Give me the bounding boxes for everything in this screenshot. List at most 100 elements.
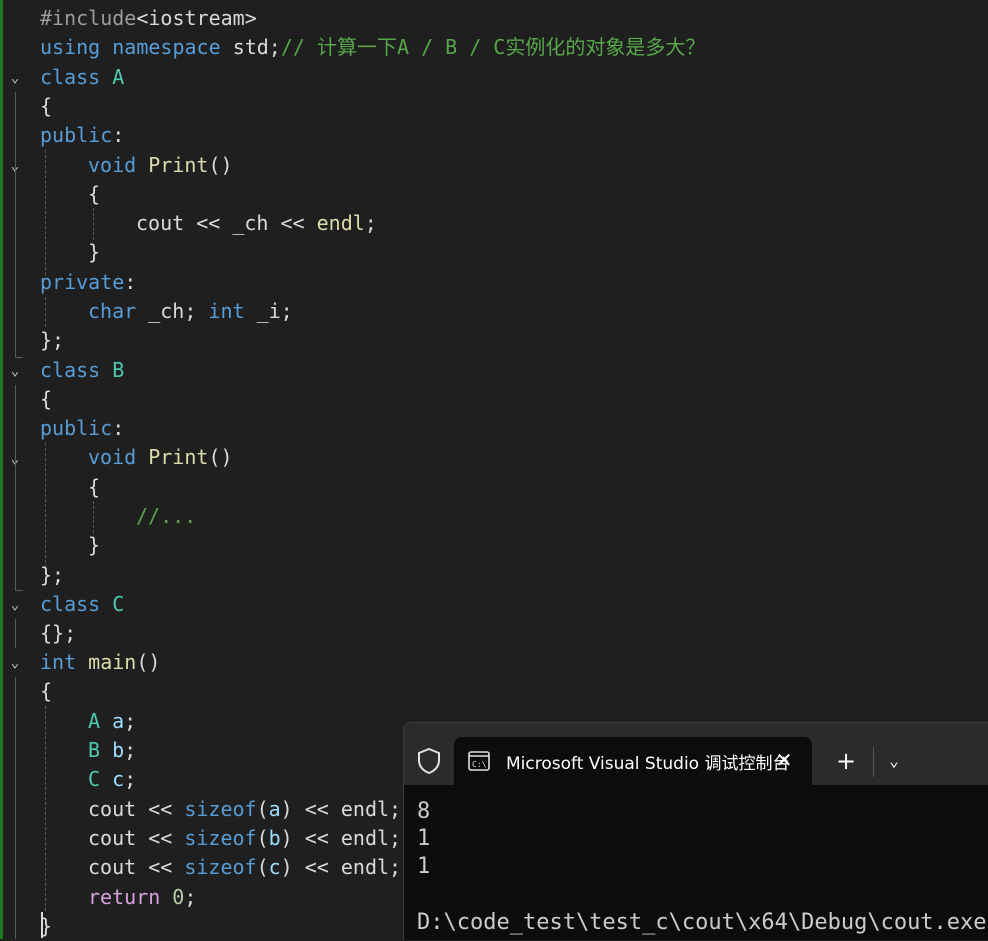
punctuation: ; [124,709,137,733]
code-line-8: cout << _ch << endl; [136,209,377,238]
expression: << endl; [292,797,402,821]
indent-guide [45,706,46,911]
code-line-27: C c; [88,765,136,794]
keyword: class [40,358,101,382]
punctuation: ( [256,826,269,850]
code-line-29: cout << sizeof(b) << endl; [88,824,401,853]
terminal-title-bar[interactable]: C:\ Microsoft Visual Studio 调试控制台 ✕ + ⌄ [404,723,988,785]
identifier: _ch; [136,299,209,323]
code-line-16: void Print() [88,443,233,472]
new-tab-plus-icon[interactable]: + [832,747,860,775]
identifier: endl [316,211,365,235]
function-name: main [88,650,137,674]
expression: cout << [88,826,185,850]
code-line-7: { [88,182,101,206]
punctuation: ) [280,797,293,821]
punctuation: ; [364,211,377,235]
code-line-25: A a; [88,707,136,736]
expression: << endl; [292,826,402,850]
close-tab-icon[interactable]: ✕ [772,747,796,773]
keyword: class [40,65,101,89]
terminal-window[interactable]: C:\ Microsoft Visual Studio 调试控制台 ✕ + ⌄ … [403,722,988,940]
indent-guide [45,297,46,327]
number-literal: 0 [160,885,185,909]
fold-guide-print-a [15,180,16,265]
identifier: std; [232,35,281,59]
code-line-26: B b; [88,736,136,765]
fold-guide-class-c [15,619,16,648]
include-header: <iostream> [136,6,257,30]
fold-guide-end [15,357,23,358]
code-line-12: }; [40,328,65,352]
expression: cout << [88,797,185,821]
function-name: Print [148,153,209,177]
preprocessor-directive: #include [40,6,137,30]
code-line-30: cout << sizeof(c) << endl; [88,853,401,882]
keyword: void [88,153,137,177]
keyword: sizeof [184,855,257,879]
code-line-31: return 0; [88,883,196,912]
variable: b [112,738,125,762]
comment: // 计算一下A / B / C实例化的对象是多大？ [280,35,706,59]
punctuation: ( [256,855,269,879]
code-line-5: public: [40,121,124,150]
variable: a [112,709,125,733]
fold-class-c-chevron-icon[interactable]: ⌄ [6,596,24,614]
punctuation: ; [124,767,137,791]
code-line-24: { [40,679,53,703]
indent-guide [45,150,46,275]
code-line-9: } [88,240,101,264]
access-specifier: private [40,270,125,294]
class-name: B [112,358,125,382]
indent-guide [93,501,94,533]
fold-guide-end [15,590,23,591]
code-line-15: public: [40,414,124,443]
keyword: sizeof [184,826,257,850]
punctuation: ) [280,855,293,879]
punctuation: ; [124,738,137,762]
code-line-18: //... [136,504,197,528]
shield-icon[interactable] [416,747,442,775]
code-line-2: using namespace std;// 计算一下A / B / C实例化的… [40,33,705,62]
type-name: C [88,767,101,791]
text-caret [41,912,43,938]
keyword: class [40,592,101,616]
tab-dropdown-chevron-icon[interactable]: ⌄ [880,747,908,775]
keyword: int [208,299,245,323]
fold-class-a-chevron-icon[interactable]: ⌄ [6,69,24,87]
punctuation: : [112,416,125,440]
expression: cout << [88,855,185,879]
terminal-output-line: 1 [417,854,431,879]
code-line-21: class C [40,590,124,619]
terminal-output-line: 8 [417,799,431,824]
class-name: A [112,65,125,89]
change-tracking-bar [0,0,3,939]
code-line-14: { [40,387,53,411]
fold-main-chevron-icon[interactable]: ⌄ [6,654,24,672]
code-line-19: } [88,533,101,557]
code-line-20: }; [40,563,65,587]
terminal-tab[interactable]: C:\ Microsoft Visual Studio 调试控制台 ✕ [454,737,812,785]
punctuation: () [208,153,233,177]
punctuation: () [136,650,161,674]
type-name: A [88,709,101,733]
keyword: int [40,650,77,674]
keyword: char [88,299,137,323]
variable: a [268,797,281,821]
keyword: namespace [112,35,221,59]
tab-separator [873,747,874,777]
class-name: C [112,592,125,616]
terminal-tab-title: Microsoft Visual Studio 调试控制台 [506,754,790,774]
code-line-11: char _ch; int _i; [88,297,293,326]
code-line-4: { [40,94,53,118]
keyword: void [88,445,137,469]
keyword: using [40,35,101,59]
fold-class-b-chevron-icon[interactable]: ⌄ [6,362,24,380]
code-line-13: class B [40,356,124,385]
keyword: sizeof [184,797,257,821]
punctuation: : [124,270,137,294]
punctuation: : [112,123,125,147]
access-specifier: public [40,416,113,440]
punctuation: ( [256,797,269,821]
identifier: _i; [244,299,293,323]
